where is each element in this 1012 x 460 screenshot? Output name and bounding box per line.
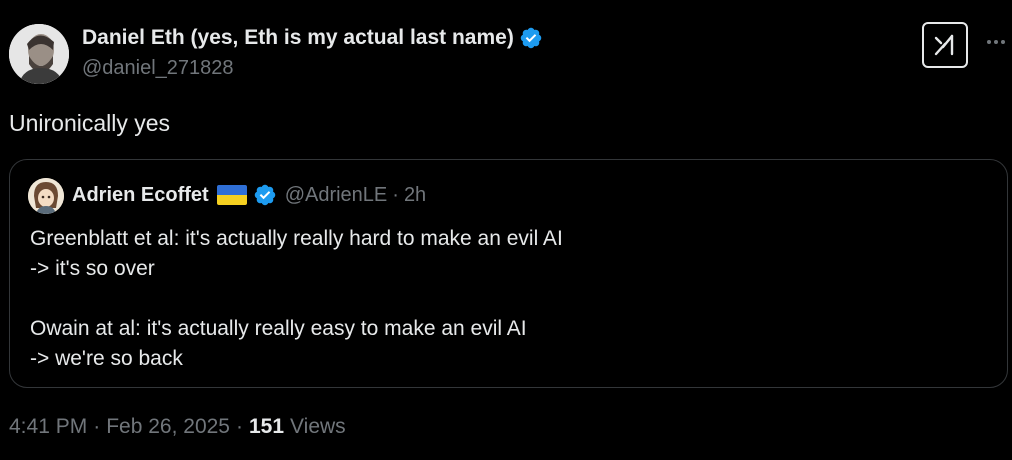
quote-header: Adrien Ecoffet @AdrienLE · 2h — [72, 183, 426, 207]
quote-text-line: -> we're so back — [30, 347, 183, 370]
ukraine-flag-icon — [216, 185, 247, 205]
anime-avatar-icon — [28, 178, 64, 214]
quote-text-line: Greenblatt et al: it's actually really h… — [30, 227, 563, 250]
avatar-photo-icon — [9, 24, 69, 84]
quoted-tweet-card[interactable]: Adrien Ecoffet @AdrienLE · 2h Greenblatt… — [9, 159, 1008, 388]
quote-author-handle[interactable]: @AdrienLE — [285, 184, 388, 207]
grok-icon — [934, 34, 954, 56]
quote-text-line: -> it's so over — [30, 257, 155, 280]
author-display-name[interactable]: Daniel Eth (yes, Eth is my actual last n… — [82, 26, 543, 50]
quote-text-line — [30, 284, 563, 314]
quote-text-line: Owain at al: it's actually really easy t… — [30, 317, 527, 340]
tweet-time[interactable]: 4:41 PM — [9, 415, 87, 439]
author-name-text: Daniel Eth (yes, Eth is my actual last n… — [82, 26, 514, 49]
quote-author-name[interactable]: Adrien Ecoffet — [72, 184, 209, 207]
quote-separator: · — [392, 183, 399, 206]
tweet-meta: 4:41 PM · Feb 26, 2025 · 151 Views — [9, 415, 346, 439]
meta-separator: · — [93, 415, 101, 438]
grok-button[interactable] — [922, 22, 968, 68]
views-label: Views — [290, 415, 346, 438]
author-handle[interactable]: @daniel_271828 — [82, 57, 234, 80]
tweet-text: Unironically yes — [9, 110, 171, 136]
author-avatar[interactable] — [9, 24, 69, 84]
more-icon — [987, 40, 1005, 44]
tweet-date[interactable]: Feb 26, 2025 — [106, 415, 230, 439]
views-count: 151 — [248, 415, 285, 438]
verified-badge-icon — [254, 184, 275, 206]
meta-separator: · — [235, 415, 243, 438]
quote-text: Greenblatt et al: it's actually really h… — [30, 224, 563, 374]
quote-author-avatar[interactable] — [28, 178, 64, 214]
more-options-button[interactable] — [984, 30, 1008, 54]
quote-timestamp[interactable]: 2h — [404, 184, 426, 207]
verified-badge-icon — [520, 27, 542, 49]
